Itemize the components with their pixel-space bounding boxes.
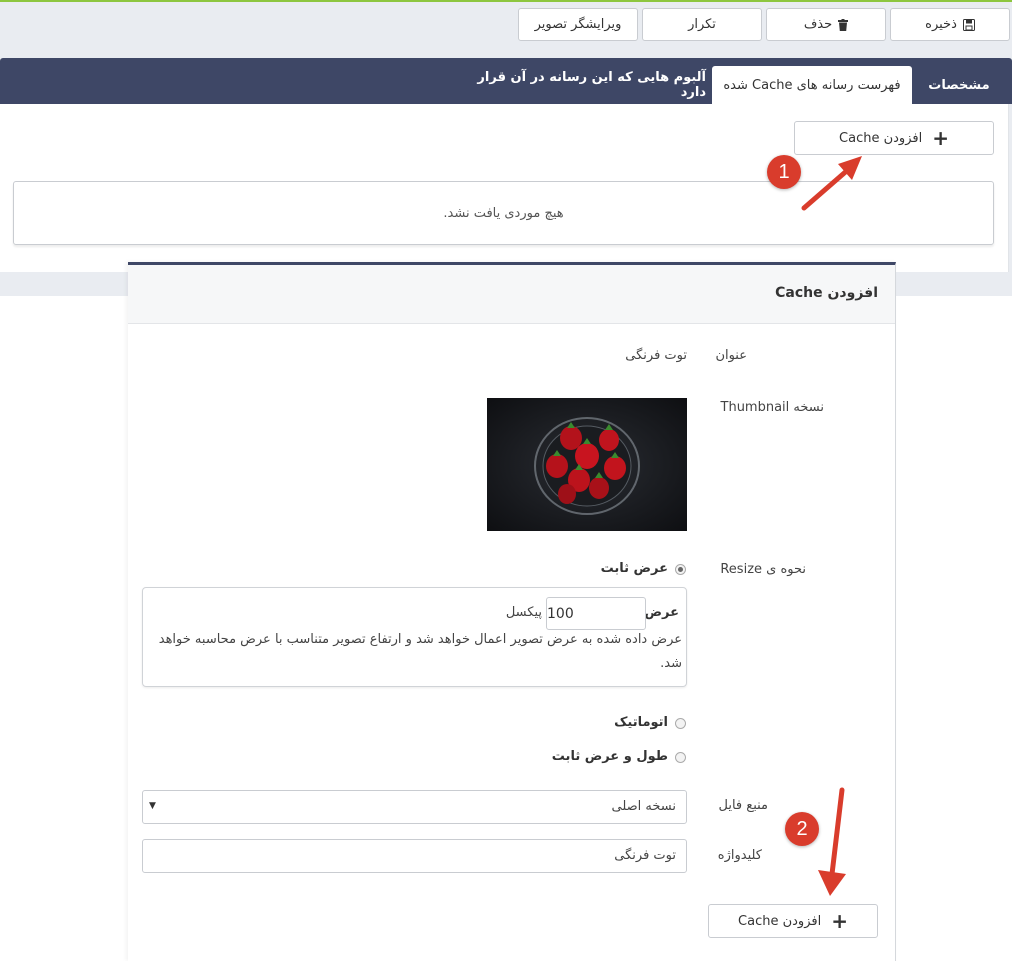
title-value: توت فرنگی	[625, 348, 687, 363]
plus-icon: +	[831, 909, 848, 933]
tab-albums-label: آلبوم هایی که این رسانه در آن قرار دارد	[477, 70, 706, 100]
arrow-icon	[818, 787, 846, 896]
fixed-width-height-radio[interactable]	[675, 752, 686, 763]
delete-label: حذف	[803, 17, 833, 32]
keyword-input[interactable]: توت فرنگی	[142, 839, 687, 873]
resize-help-text: عرض داده شده به عرض تصویر اعمال خواهد شد…	[158, 632, 682, 671]
file-source-select[interactable]: نسخه اصلی ▼	[142, 790, 687, 824]
image-editor-button[interactable]: ویرایشگر تصویر	[518, 8, 638, 41]
tab-cache-list[interactable]: فهرست رسانه های Cache شده	[712, 66, 912, 104]
save-button[interactable]: ذخیره	[890, 8, 1010, 41]
chevron-down-icon: ▼	[149, 801, 156, 811]
strawberry-thumbnail	[487, 398, 687, 531]
save-label: ذخیره	[925, 17, 957, 32]
file-source-label: منبع فایل	[718, 798, 769, 813]
file-source-value: نسخه اصلی	[611, 799, 677, 814]
resize-label: نحوه ی Resize	[720, 562, 806, 577]
tab-properties[interactable]: مشخصات	[916, 66, 1002, 104]
pixel-unit-label: پیکسل	[505, 605, 542, 620]
arrow-icon	[801, 156, 862, 211]
plus-icon: +	[932, 126, 949, 150]
duplicate-button[interactable]: تکرار	[642, 8, 762, 41]
image-editor-label: ویرایشگر تصویر	[534, 17, 622, 32]
annotation-badge-2-number: 2	[796, 817, 808, 840]
add-cache-label: افزودن Cache	[839, 130, 923, 146]
thumbnail-label: نسخه Thumbnail	[720, 400, 824, 415]
tab-cache-list-label: فهرست رسانه های Cache شده	[723, 77, 901, 93]
submit-add-cache-label: افزودن Cache	[738, 913, 822, 929]
width-field-label: عرض	[644, 605, 679, 620]
tab-properties-label: مشخصات	[928, 77, 990, 93]
trash-icon	[838, 18, 849, 31]
fixed-width-radio[interactable]	[675, 564, 686, 575]
width-input[interactable]: 100	[546, 597, 646, 630]
fixed-width-height-option-label: طول و عرض ثابت	[551, 749, 668, 764]
floppy-disk-icon	[962, 18, 975, 31]
tab-albums[interactable]: آلبوم هایی که این رسانه در آن قرار دارد	[476, 66, 706, 104]
keyword-label: کلیدواژه	[717, 848, 762, 863]
submit-add-cache-button[interactable]: + افزودن Cache	[708, 904, 878, 938]
width-value: 100	[547, 605, 574, 622]
keyword-value: توت فرنگی	[614, 848, 676, 863]
delete-button[interactable]: حذف	[766, 8, 886, 41]
auto-option-label: اتوماتیک	[614, 715, 668, 730]
empty-message: هیچ موردی یافت نشد.	[443, 205, 564, 221]
modal-title: افزودن Cache	[775, 285, 878, 301]
title-label: عنوان	[715, 348, 747, 363]
annotation-badge-1-number: 1	[778, 160, 790, 183]
duplicate-label: تکرار	[688, 17, 716, 32]
fixed-width-option-label: عرض ثابت	[600, 561, 668, 576]
auto-radio[interactable]	[675, 718, 686, 729]
